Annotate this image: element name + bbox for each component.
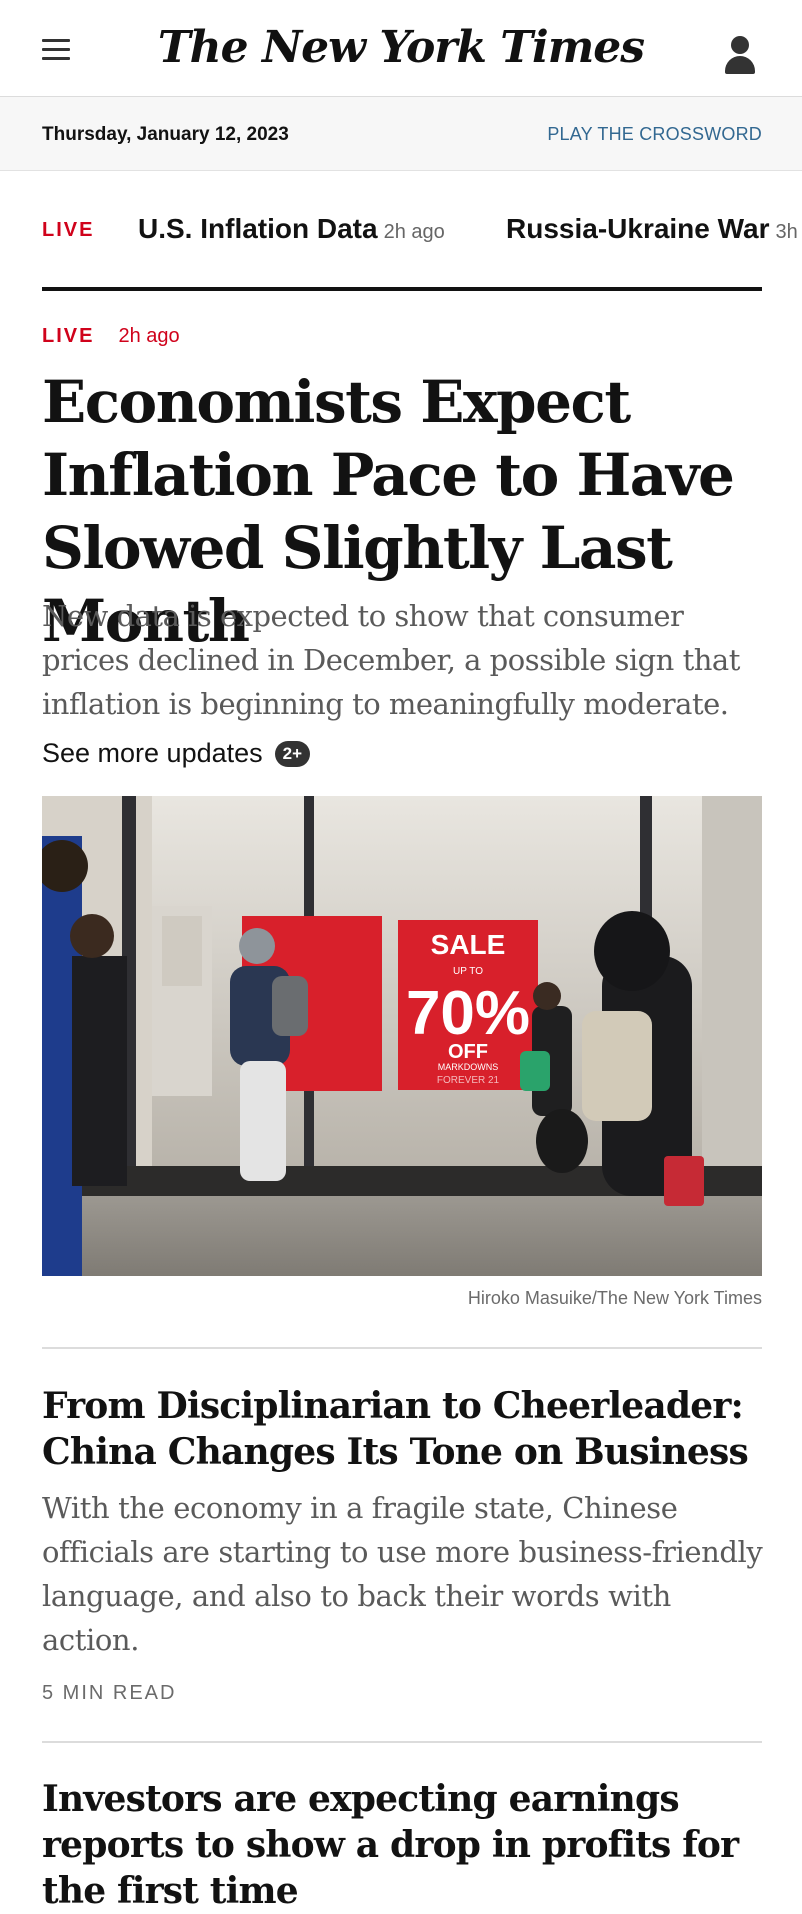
nyt-logo[interactable]: The New York Times xyxy=(0,22,802,73)
story-read-time: 5 MIN READ xyxy=(42,1682,177,1704)
ticker-item-inflation[interactable]: U.S. Inflation Data 2h ago xyxy=(138,213,445,245)
section-divider xyxy=(42,287,762,291)
date-bar: Thursday, January 12, 2023 PLAY THE CROS… xyxy=(0,97,802,171)
photo-sign-brand: FOREVER 21 xyxy=(437,1075,500,1086)
lead-photo[interactable]: SALE UP TO 70% OFF MARKDOWNS FOREVER 21 xyxy=(42,796,762,1276)
masthead: The New York Times xyxy=(0,0,802,97)
lead-timestamp: 2h ago xyxy=(118,325,180,347)
story-headline[interactable]: Investors are expecting earnings reports… xyxy=(42,1776,772,1914)
photo-sign-markdowns: MARKDOWNS xyxy=(438,1062,499,1072)
live-label: LIVE xyxy=(42,219,95,241)
story-summary: With the economy in a fragile state, Chi… xyxy=(42,1491,763,1657)
play-crossword-link[interactable]: PLAY THE CROSSWORD xyxy=(547,124,762,145)
ticker-item-time: 3h xyxy=(775,221,798,243)
updates-count-badge: 2+ xyxy=(274,741,311,767)
photo-sign-off: OFF xyxy=(448,1041,488,1063)
ticker-item-title: U.S. Inflation Data xyxy=(138,213,378,244)
account-icon[interactable] xyxy=(722,34,758,78)
lead-meta: LIVE 2h ago xyxy=(42,325,180,348)
live-ticker: LIVE U.S. Inflation Data 2h ago Russia-Uk… xyxy=(0,171,802,283)
story-headline[interactable]: From Disciplinarian to Cheerleader: Chin… xyxy=(42,1383,772,1475)
photo-sign-sale: SALE xyxy=(431,929,506,960)
storefront-photo-graphic: SALE UP TO 70% OFF MARKDOWNS FOREVER 21 xyxy=(42,796,762,1276)
live-label: LIVE xyxy=(42,325,95,347)
photo-sign-upto: UP TO xyxy=(453,966,483,977)
see-more-updates-label: See more updates xyxy=(42,738,263,768)
ticker-item-time: 2h ago xyxy=(383,221,445,243)
ticker-item-russia-ukraine[interactable]: Russia-Ukraine War 3h xyxy=(506,213,798,245)
current-date: Thursday, January 12, 2023 xyxy=(42,124,289,145)
photo-credit: Hiroko Masuike/The New York Times xyxy=(467,1288,762,1308)
story-divider xyxy=(42,1741,762,1743)
see-more-updates-link[interactable]: See more updates 2+ xyxy=(42,738,311,769)
photo-sign-percent: 70% xyxy=(406,979,530,1048)
story-divider xyxy=(42,1347,762,1349)
ticker-item-title: Russia-Ukraine War xyxy=(506,213,770,244)
lead-summary: New data is expected to show that consum… xyxy=(42,599,740,721)
